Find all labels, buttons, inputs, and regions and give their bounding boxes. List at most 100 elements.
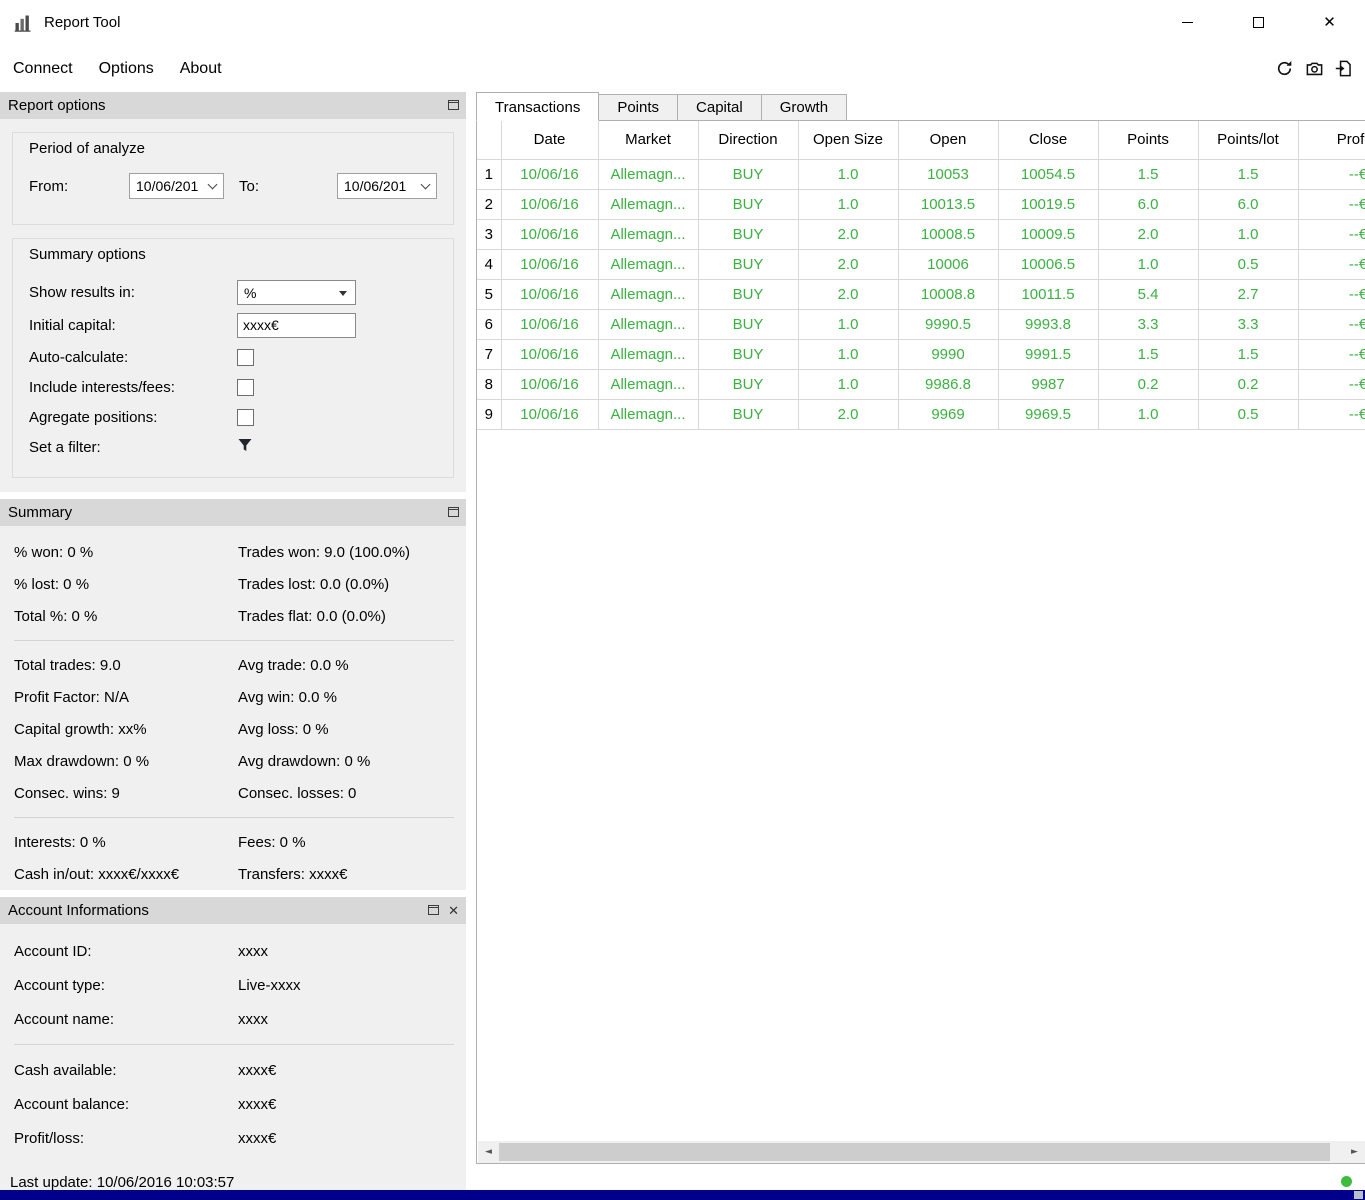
table-row[interactable]: 510/06/16Allemagn...BUY2.010008.810011.5… [477,279,1365,309]
stat-label: Total %: 0 % [14,608,238,625]
table-header-row: Date Market Direction Open Size Open Clo… [477,121,1365,159]
summary-options-title: Summary options [29,246,445,263]
summary-body-row: Profit Factor: N/AAvg win: 0.0 % [14,681,466,713]
chevron-down-icon [208,180,218,190]
report-options-title: Report options [8,97,106,114]
stat-value: xxxx [238,943,466,960]
summary-body: % won: 0 %Trades won: 9.0 (100.0%)% lost… [0,526,466,890]
minimize-button[interactable] [1152,0,1223,45]
refresh-icon[interactable] [1274,58,1295,79]
show-results-value: % [244,285,256,301]
table-row[interactable]: 410/06/16Allemagn...BUY2.01000610006.51.… [477,249,1365,279]
table-row[interactable]: 810/06/16Allemagn...BUY1.09986.899870.20… [477,369,1365,399]
agregate-positions-checkbox[interactable] [237,409,254,426]
chevron-down-icon [421,180,431,190]
table-cell: 10013.5 [898,189,998,219]
filter-funnel-icon[interactable] [237,437,253,458]
include-interests-checkbox[interactable] [237,379,254,396]
table-cell: 10011.5 [998,279,1098,309]
show-results-row: Show results in: % [29,279,445,305]
table-cell: 6.0 [1198,189,1298,219]
header-points-lot[interactable]: Points/lot [1198,121,1298,159]
header-market[interactable]: Market [598,121,698,159]
scrollbar-track[interactable] [499,1141,1344,1163]
row-number: 5 [477,279,501,309]
maximize-button[interactable] [1223,0,1294,45]
table-cell: 2.0 [798,219,898,249]
to-date-combobox[interactable]: 10/06/201 [337,173,437,199]
stat-label: % won: 0 % [14,544,238,561]
account-body-row: Account type:Live-xxxx [14,968,466,1002]
header-direction[interactable]: Direction [698,121,798,159]
table-row[interactable]: 110/06/16Allemagn...BUY1.01005310054.51.… [477,159,1365,189]
initial-capital-input[interactable] [237,313,356,338]
header-open-size[interactable]: Open Size [798,121,898,159]
float-panel-icon[interactable] [448,97,459,114]
table-cell: Allemagn... [598,279,698,309]
export-icon[interactable] [1334,58,1355,79]
table-cell: 10/06/16 [501,399,598,429]
resize-grip[interactable] [1354,1191,1363,1199]
menu-connect[interactable]: Connect [0,54,86,84]
tab-points[interactable]: Points [598,94,678,120]
summary-title: Summary [8,504,72,521]
account-body-row: Account balance:xxxx€ [14,1087,466,1121]
table-cell: 1.0 [1098,399,1198,429]
table-row[interactable]: 910/06/16Allemagn...BUY2.099699969.51.00… [477,399,1365,429]
table-cell: 10/06/16 [501,189,598,219]
float-panel-icon[interactable] [448,504,459,521]
agregate-positions-row: Agregate positions: [29,405,445,429]
stat-label: Account type: [14,977,238,994]
scroll-right-button[interactable]: ► [1344,1141,1365,1163]
menu-about[interactable]: About [167,54,235,84]
table-row[interactable]: 710/06/16Allemagn...BUY1.099909991.51.51… [477,339,1365,369]
table-cell: 5.4 [1098,279,1198,309]
account-body-row: Cash available:xxxx€ [14,1053,466,1087]
account-body-row: Account ID:xxxx [14,934,466,968]
table-row[interactable]: 210/06/16Allemagn...BUY1.010013.510019.5… [477,189,1365,219]
table-row[interactable]: 610/06/16Allemagn...BUY1.09990.59993.83.… [477,309,1365,339]
from-date-value: 10/06/201 [136,178,198,194]
header-date[interactable]: Date [501,121,598,159]
table-cell: 9969.5 [998,399,1098,429]
stat-value: Transfers: xxxx€ [238,866,466,883]
table-cell: Allemagn... [598,249,698,279]
separator [14,1044,454,1045]
stat-value: xxxx€ [238,1062,466,1079]
header-points[interactable]: Points [1098,121,1198,159]
summary-body-row: Consec. wins: 9Consec. losses: 0 [14,777,466,809]
table-row[interactable]: 310/06/16Allemagn...BUY2.010008.510009.5… [477,219,1365,249]
show-results-combobox[interactable]: % [237,280,356,305]
table-cell: 1.5 [1198,339,1298,369]
table-cell: 1.0 [798,309,898,339]
scroll-left-button[interactable]: ◄ [478,1141,499,1163]
tab-growth[interactable]: Growth [761,94,847,120]
camera-icon[interactable] [1304,58,1325,79]
table-cell: 1.0 [1098,249,1198,279]
header-open[interactable]: Open [898,121,998,159]
header-profit[interactable]: Profit/l [1298,121,1365,159]
stat-value: Trades flat: 0.0 (0.0%) [238,608,466,625]
stat-label: Capital growth: xx% [14,721,238,738]
stat-label: Cash in/out: xxxx€/xxxx€ [14,866,238,883]
tab-transactions[interactable]: Transactions [476,92,599,121]
stat-value: Fees: 0 % [238,834,466,851]
header-close[interactable]: Close [998,121,1098,159]
tab-capital[interactable]: Capital [677,94,762,120]
stat-label: Total trades: 9.0 [14,657,238,674]
menu-options[interactable]: Options [86,54,167,84]
scrollbar-thumb[interactable] [499,1143,1330,1161]
table-cell: BUY [698,309,798,339]
auto-calculate-checkbox[interactable] [237,349,254,366]
float-panel-icon[interactable] [428,902,439,919]
bottom-window-border [0,1190,1365,1200]
from-date-combobox[interactable]: 10/06/201 [129,173,224,199]
close-panel-icon[interactable]: ✕ [448,904,459,917]
table-cell: --€ [1298,279,1365,309]
stat-label: Cash available: [14,1062,238,1079]
to-date-value: 10/06/201 [344,178,406,194]
stat-label: Account ID: [14,943,238,960]
stat-label: Profit/loss: [14,1130,238,1147]
include-interests-label: Include interests/fees: [29,379,237,396]
close-button[interactable]: ✕ [1294,0,1365,45]
